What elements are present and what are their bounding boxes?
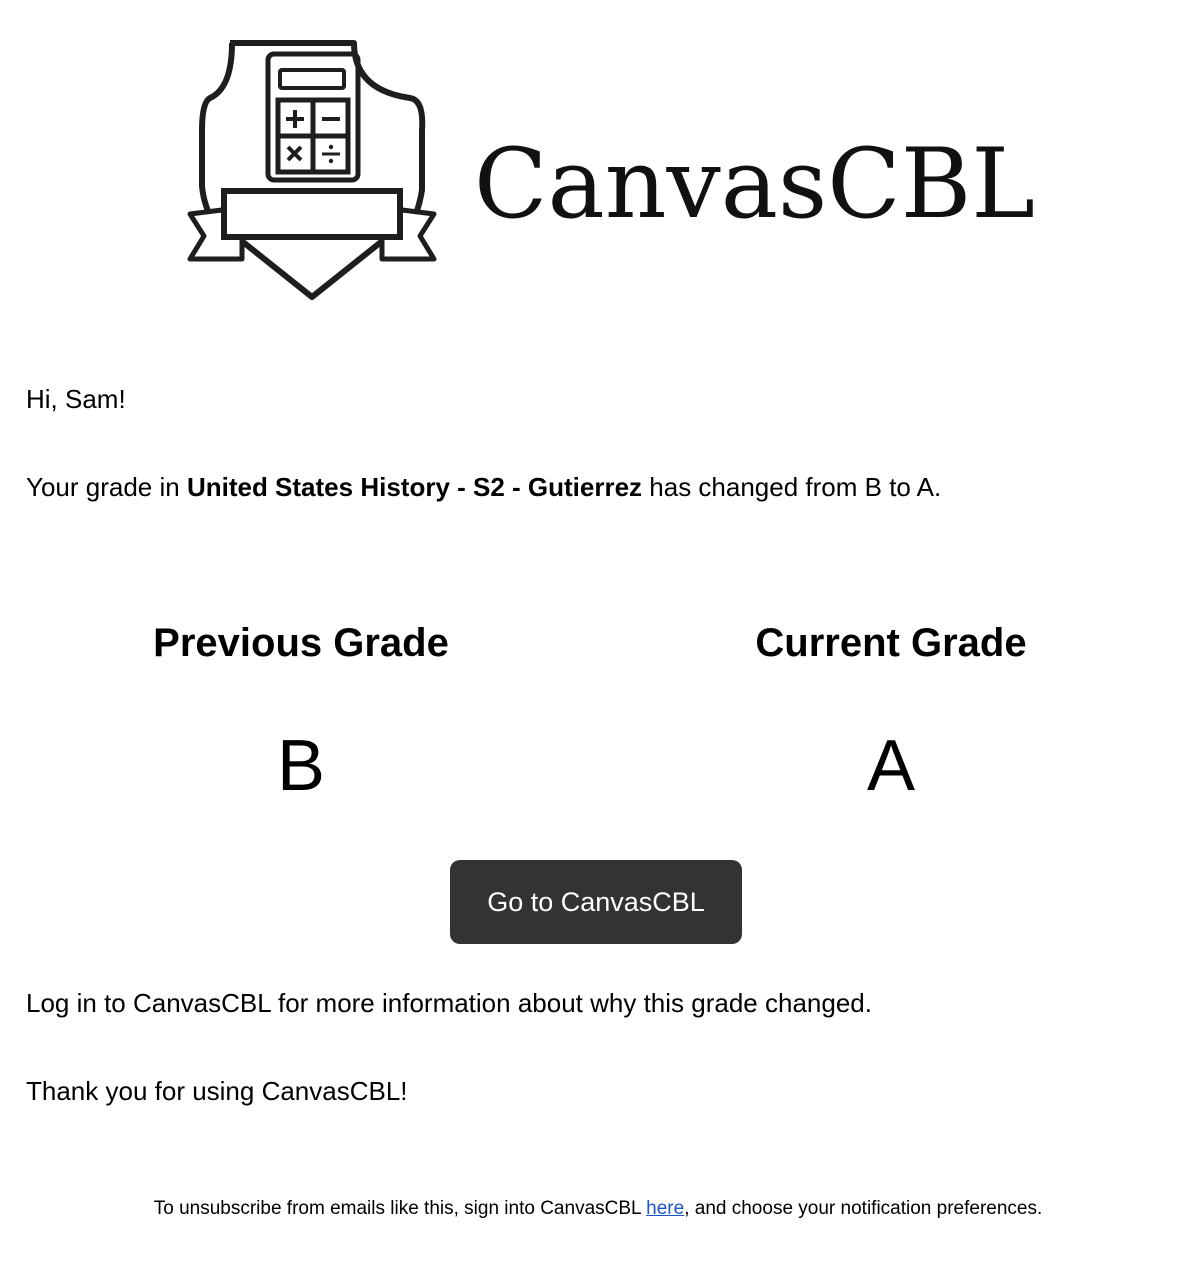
footer-prefix: To unsubscribe from emails like this, si… [153,1198,647,1219]
current-grade-label: Current Grade [755,621,1027,665]
course-name: United States History - S2 - Gutierrez [186,472,643,502]
change-prefix: Your grade in [26,472,187,502]
unsubscribe-footer: To unsubscribe from emails like this, si… [0,1198,1196,1220]
change-suffix: has changed from B to A. [642,472,942,502]
greeting: Hi, Sam! [26,384,126,414]
go-to-canvascbl-button[interactable]: Go to CanvasCBL [450,860,742,944]
unsubscribe-link[interactable]: here [646,1198,684,1219]
previous-grade-label: Previous Grade [153,621,449,665]
calculator-shield-icon [187,40,437,300]
current-grade-value: A [866,726,916,806]
previous-grade-block: Previous Grade B [101,620,501,806]
info-text: Log in to CanvasCBL for more information… [26,988,872,1018]
current-grade-block: Current Grade A [691,620,1091,806]
previous-grade-value: B [276,726,326,806]
footer-suffix: , and choose your notification preferenc… [684,1198,1043,1219]
brand-name: CanvasCBL [474,128,1035,240]
thanks-text: Thank you for using CanvasCBL! [26,1076,408,1106]
grade-change-message: Your grade in United States History - S2… [26,472,941,502]
brand-logo: CanvasCBL [186,40,1035,302]
